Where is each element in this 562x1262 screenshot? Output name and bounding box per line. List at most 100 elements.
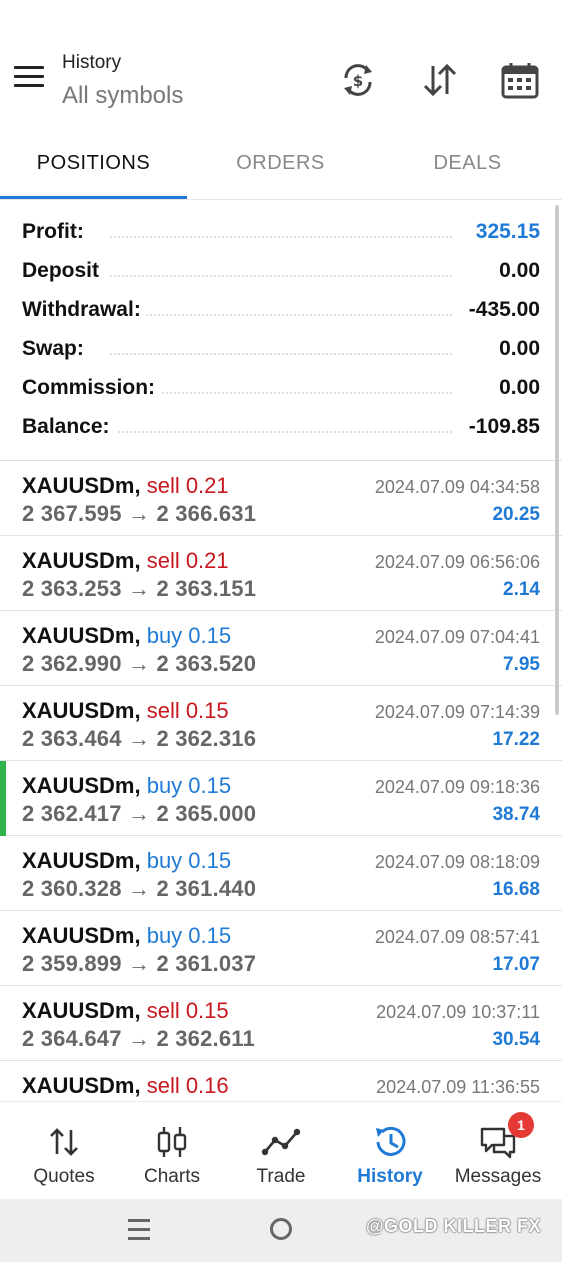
summary-label: Commission:	[22, 376, 162, 400]
deal-time: 2024.07.09 08:57:41	[374, 927, 540, 947]
quotes-icon	[44, 1124, 84, 1160]
deal-prices: 2 367.595 → 2 366.631	[22, 501, 257, 526]
deal-symbol: XAUUSDm, sell 0.21	[22, 473, 229, 498]
summary-row-deposit: Deposit 0.00	[0, 253, 562, 292]
deal-symbol: XAUUSDm, sell 0.15	[22, 698, 229, 723]
deal-symbol: XAUUSDm, buy 0.15	[22, 923, 232, 948]
watermark-text: @GOLD KILLER FX	[366, 1216, 542, 1236]
deal-side: buy 0.15	[146, 773, 232, 798]
deal-profit: 38.74	[492, 804, 540, 825]
summary-value: 0.00	[493, 337, 540, 361]
nav-label: Charts	[144, 1166, 200, 1187]
summary-row-commission: Commission: 0.00	[0, 370, 562, 409]
deal-time: 2024.07.09 09:18:36	[374, 777, 540, 797]
tab-deals[interactable]: DEALS	[374, 132, 561, 196]
deal-side: sell 0.16	[146, 1073, 229, 1098]
list-item[interactable]: XAUUSDm, sell 0.21 2 363.253 → 2 363.151…	[0, 536, 562, 611]
home-icon[interactable]	[270, 1218, 292, 1240]
positions-list[interactable]: XAUUSDm, sell 0.21 2 367.595 → 2 366.631…	[0, 461, 562, 1101]
top-app-bar: History All symbols $	[0, 0, 562, 130]
menu-icon[interactable]	[14, 66, 48, 94]
deal-side: sell 0.21	[146, 548, 229, 573]
deal-profit: 20.25	[492, 504, 540, 525]
nav-label: Quotes	[33, 1166, 95, 1187]
nav-trade[interactable]: Trade	[225, 1102, 337, 1200]
list-item-selected[interactable]: XAUUSDm, buy 0.15 2 362.417 → 2 365.000 …	[0, 761, 562, 836]
list-item[interactable]: XAUUSDm, sell 0.21 2 367.595 → 2 366.631…	[0, 461, 562, 536]
dotted-leader	[110, 236, 452, 238]
scrollbar[interactable]	[555, 205, 559, 715]
history-tabs: POSITIONS ORDERS DEALS	[0, 132, 562, 200]
history-icon	[370, 1124, 410, 1160]
nav-quotes[interactable]: Quotes	[8, 1102, 120, 1200]
list-item[interactable]: XAUUSDm, sell 0.15 2 364.647 → 2 362.611…	[0, 986, 562, 1061]
tab-positions[interactable]: POSITIONS	[0, 132, 187, 196]
deal-symbol: XAUUSDm, buy 0.15	[22, 848, 232, 873]
sort-icon[interactable]	[420, 60, 460, 100]
deal-time: 2024.07.09 10:37:11	[376, 1002, 540, 1022]
deal-prices: 2 362.990 → 2 363.520	[22, 651, 257, 676]
summary-value: -109.85	[462, 415, 540, 439]
summary-label: Balance:	[22, 415, 116, 439]
deal-prices: 2 360.328 → 2 361.440	[22, 876, 257, 901]
nav-history[interactable]: History	[334, 1102, 446, 1200]
deal-profit: 16.68	[492, 879, 540, 900]
dotted-leader	[110, 392, 452, 394]
deal-side: sell 0.15	[146, 698, 229, 723]
deal-symbol: XAUUSDm, buy 0.15	[22, 623, 232, 648]
summary-value: -435.00	[462, 298, 540, 322]
dotted-leader	[110, 314, 452, 316]
account-summary: Profit: 325.15 Deposit 0.00 Withdrawal: …	[0, 214, 562, 448]
deal-profit: 2.14	[503, 579, 540, 600]
tab-orders[interactable]: ORDERS	[187, 132, 374, 196]
calendar-icon[interactable]	[500, 60, 540, 100]
page-title: History	[62, 52, 122, 73]
list-item[interactable]: XAUUSDm, buy 0.15 2 359.899 → 2 361.037 …	[0, 911, 562, 986]
summary-row-swap: Swap: 0.00	[0, 331, 562, 370]
summary-value: 0.00	[493, 376, 540, 400]
deal-side: buy 0.15	[146, 848, 232, 873]
summary-value: 325.15	[469, 220, 540, 244]
nav-charts[interactable]: Charts	[116, 1102, 228, 1200]
symbol-filter[interactable]: All symbols	[62, 82, 183, 110]
list-item[interactable]: XAUUSDm, sell 0.16 2024.07.09 11:36:55	[0, 1061, 562, 1101]
nav-label: Trade	[256, 1166, 306, 1187]
deal-prices: 2 362.417 → 2 365.000	[22, 801, 257, 826]
deal-symbol: XAUUSDm, buy 0.15	[22, 773, 232, 798]
deal-symbol: XAUUSDm, sell 0.21	[22, 548, 229, 573]
deal-prices: 2 364.647 → 2 362.611	[22, 1026, 255, 1051]
deal-time: 2024.07.09 07:14:39	[374, 702, 540, 722]
summary-label: Swap:	[22, 337, 90, 361]
list-item[interactable]: XAUUSDm, buy 0.15 2 360.328 → 2 361.440 …	[0, 836, 562, 911]
svg-text:$: $	[353, 72, 363, 90]
deal-side: sell 0.21	[146, 473, 229, 498]
recent-apps-icon[interactable]	[128, 1219, 152, 1241]
deal-side: sell 0.15	[146, 998, 229, 1023]
deal-symbol: XAUUSDm, sell 0.15	[22, 998, 229, 1023]
unread-badge: 1	[508, 1112, 534, 1138]
deal-prices: 2 359.899 → 2 361.037	[22, 951, 257, 976]
deal-prices: 2 363.464 → 2 362.316	[22, 726, 257, 751]
nav-label: Messages	[454, 1166, 542, 1187]
summary-row-withdrawal: Withdrawal: -435.00	[0, 292, 562, 331]
deal-prices: 2 363.253 → 2 363.151	[22, 576, 257, 601]
dotted-leader	[110, 431, 452, 433]
deal-symbol: XAUUSDm, sell 0.16	[22, 1073, 229, 1098]
charts-icon	[152, 1124, 192, 1160]
system-navigation-bar: @GOLD KILLER FX	[0, 1199, 562, 1262]
dotted-leader	[110, 353, 452, 355]
list-item[interactable]: XAUUSDm, buy 0.15 2 362.990 → 2 363.520 …	[0, 611, 562, 686]
deal-time: 2024.07.09 06:56:06	[374, 552, 540, 572]
deal-profit: 30.54	[492, 1029, 540, 1050]
summary-label: Profit:	[22, 220, 90, 244]
nav-label: History	[357, 1166, 423, 1187]
nav-messages[interactable]: 1 Messages	[442, 1102, 554, 1200]
bottom-navigation: Quotes Charts Trade History 1 Messages	[0, 1101, 562, 1199]
deal-time: 2024.07.09 11:36:55	[376, 1077, 540, 1097]
trade-icon	[261, 1124, 301, 1160]
dotted-leader	[110, 275, 452, 277]
refresh-money-icon[interactable]: $	[338, 60, 378, 100]
deal-profit: 7.95	[503, 654, 540, 675]
deal-time: 2024.07.09 08:18:09	[374, 852, 540, 872]
list-item[interactable]: XAUUSDm, sell 0.15 2 363.464 → 2 362.316…	[0, 686, 562, 761]
